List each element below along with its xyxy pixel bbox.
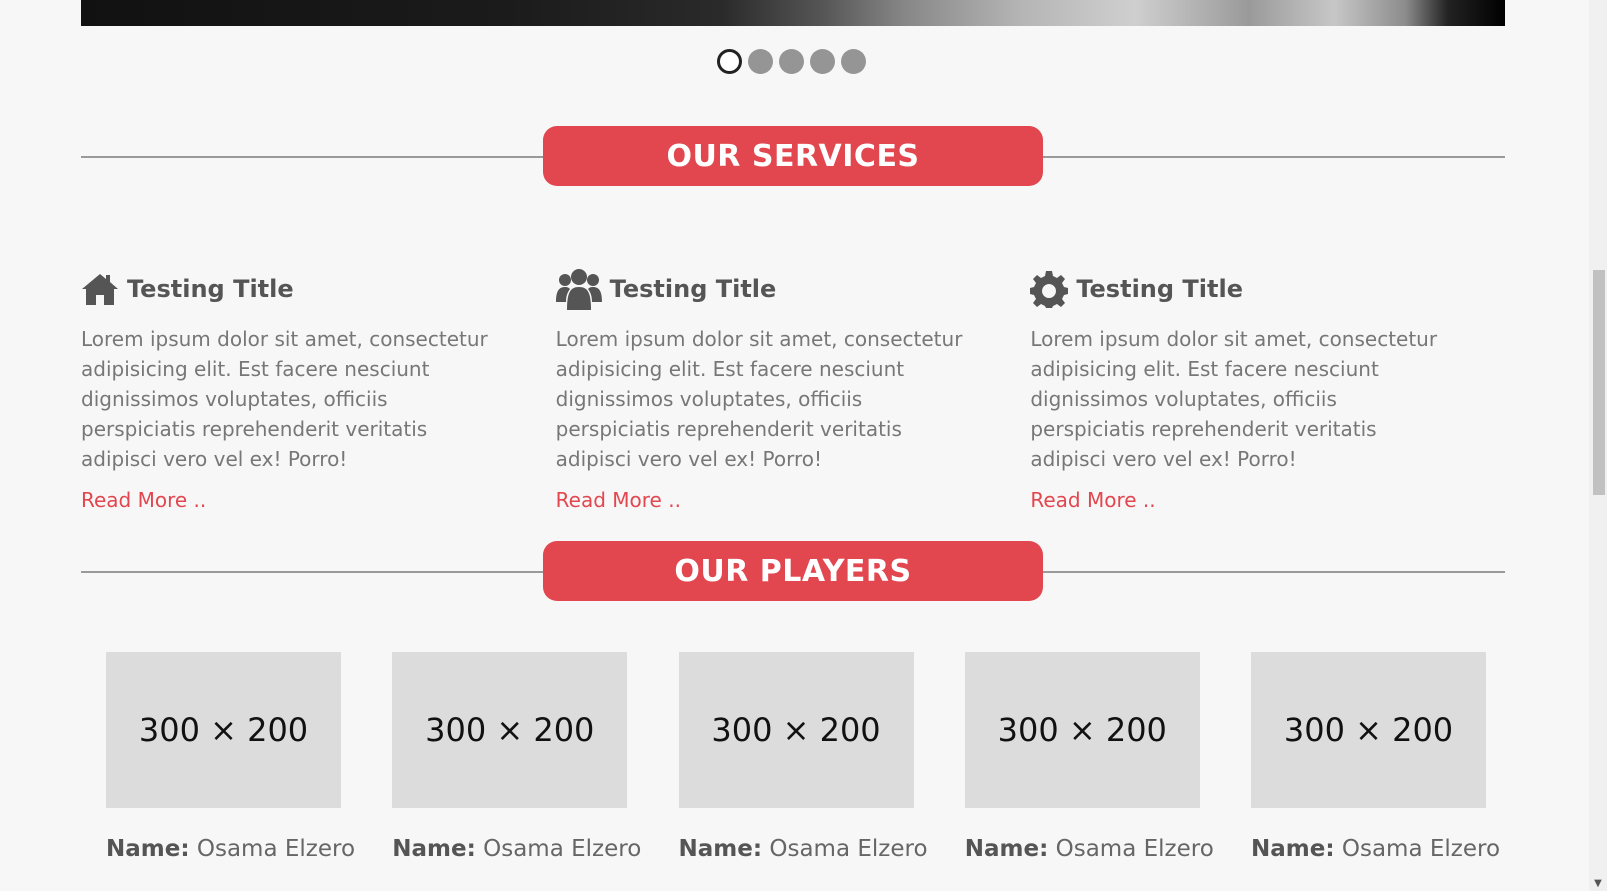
player-name: Name: Osama Elzero <box>1251 836 1500 862</box>
players-list: 300 × 200 Name: Osama Elzero 300 × 200 N… <box>106 652 1500 862</box>
player-name-value: Osama Elzero <box>1055 836 1214 862</box>
player-name-value: Osama Elzero <box>1341 836 1501 862</box>
service-title-text: Testing Title <box>1076 275 1243 303</box>
slider-dot-4[interactable] <box>810 49 835 74</box>
read-more-link[interactable]: Read More .. <box>1030 488 1155 512</box>
player-card: 300 × 200 Name: Osama Elzero <box>392 652 641 862</box>
player-name: Name: Osama Elzero <box>678 836 928 862</box>
player-name-label: Name: <box>1251 836 1335 862</box>
player-image-placeholder: 300 × 200 <box>1251 652 1486 808</box>
read-more-link[interactable]: Read More .. <box>81 488 206 512</box>
page: OUR SERVICES Testing Title Lorem ipsum d… <box>0 0 1589 891</box>
player-name: Name: Osama Elzero <box>106 836 355 862</box>
service-item: Testing Title Lorem ipsum dolor sit amet… <box>555 266 1031 512</box>
service-description: Lorem ipsum dolor sit amet, consectetur … <box>555 327 963 471</box>
player-image-placeholder: 300 × 200 <box>964 652 1200 808</box>
read-more-link[interactable]: Read More .. <box>556 488 681 512</box>
service-title: Testing Title <box>81 266 536 312</box>
players-heading-label: OUR PLAYERS <box>543 541 1043 601</box>
player-name-value: Osama Elzero <box>769 836 928 862</box>
service-title-text: Testing Title <box>609 275 777 303</box>
service-description: Lorem ipsum dolor sit amet, consectetur … <box>1030 327 1438 471</box>
slider-dot-1[interactable] <box>717 49 742 74</box>
users-icon <box>555 267 602 311</box>
player-name-value: Osama Elzero <box>483 836 642 862</box>
player-name-value: Osama Elzero <box>196 836 356 862</box>
services-list: Testing Title Lorem ipsum dolor sit amet… <box>81 266 1505 512</box>
player-image-placeholder: 300 × 200 <box>392 652 628 808</box>
service-item: Testing Title Lorem ipsum dolor sit amet… <box>1030 266 1505 512</box>
player-card: 300 × 200 Name: Osama Elzero <box>964 652 1214 862</box>
service-title: Testing Title <box>555 266 1011 312</box>
player-image-placeholder: 300 × 200 <box>106 652 341 808</box>
home-icon <box>81 272 119 306</box>
page-scrollbar[interactable]: ▼ <box>1589 0 1607 891</box>
slider-dot-3[interactable] <box>779 49 804 74</box>
player-card: 300 × 200 Name: Osama Elzero <box>106 652 355 862</box>
player-name-label: Name: <box>392 836 476 862</box>
service-title-text: Testing Title <box>127 275 294 303</box>
service-item: Testing Title Lorem ipsum dolor sit amet… <box>81 266 556 512</box>
services-heading: OUR SERVICES <box>81 126 1505 186</box>
player-card: 300 × 200 Name: Osama Elzero <box>678 652 928 862</box>
services-heading-label: OUR SERVICES <box>543 126 1043 186</box>
scrollbar-thumb[interactable] <box>1593 270 1605 495</box>
player-name-label: Name: <box>106 836 190 862</box>
service-title: Testing Title <box>1030 266 1485 312</box>
player-card: 300 × 200 Name: Osama Elzero <box>1251 652 1500 862</box>
player-image-placeholder: 300 × 200 <box>678 652 914 808</box>
arrow-down-icon[interactable]: ▼ <box>1589 878 1607 889</box>
service-description: Lorem ipsum dolor sit amet, consectetur … <box>81 327 488 471</box>
slider-dots <box>717 49 866 74</box>
players-heading: OUR PLAYERS <box>81 541 1505 601</box>
gear-icon <box>1030 270 1069 308</box>
player-name-label: Name: <box>678 836 763 862</box>
player-name: Name: Osama Elzero <box>964 836 1214 862</box>
player-name-label: Name: <box>964 836 1049 862</box>
hero-slider-image <box>81 0 1505 26</box>
slider-dot-2[interactable] <box>748 49 773 74</box>
slider-dot-5[interactable] <box>841 49 866 74</box>
player-name: Name: Osama Elzero <box>392 836 641 862</box>
